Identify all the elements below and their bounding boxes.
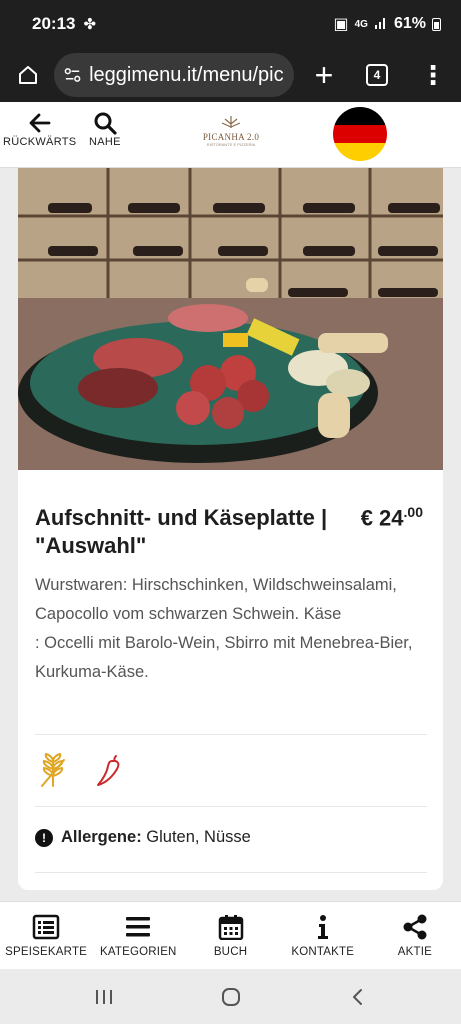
back-label: RÜCKWÄRTS (3, 136, 77, 148)
divider (35, 872, 427, 873)
status-bar: 20:13 ✤ ▣ 4G 61% (0, 0, 461, 48)
nav-categories[interactable]: KATEGORIEN (92, 902, 184, 969)
description-line: : Occelli mit Barolo-Wein, Sbirro mit Me… (35, 634, 413, 681)
browser-menu-button[interactable]: ⋮ (420, 62, 446, 88)
dietary-icons (38, 752, 124, 788)
logo-mark-icon (221, 116, 241, 128)
network-label: 4G (354, 18, 368, 30)
wheat-icon (41, 752, 65, 787)
dish-photo (18, 168, 443, 470)
divider (35, 734, 427, 735)
item-price: € 24.00 (361, 504, 423, 531)
lock-icon: ▣ (333, 16, 349, 33)
restaurant-logo[interactable]: PICANHA 2.0 RISTORANTE E PIZZERIA (200, 114, 262, 150)
nav-contacts-label: KONTAKTE (291, 946, 355, 958)
logo-subtitle: RISTORANTE E PIZZERIA (206, 142, 256, 147)
nearby-label: NAHE (89, 136, 121, 148)
hamburger-icon (126, 917, 151, 937)
bottom-navigation: SPEISEKARTE KATEGORIEN BUCH KONTAKTE AKT… (0, 901, 461, 969)
divider (35, 806, 427, 807)
logo-text: PICANHA 2.0 (202, 132, 260, 142)
list-alt-icon (32, 914, 60, 940)
item-title: Aufschnitt- und Käseplatte | "Auswahl" (35, 505, 328, 558)
status-time: 20:13 (32, 14, 76, 33)
allergens-value: Gluten, Nüsse (141, 828, 251, 846)
item-description: Wurstwaren: Hirschschinken, Wildschweins… (35, 571, 430, 687)
battery-percent: 61% (393, 15, 426, 32)
info-icon (317, 915, 328, 939)
nearby-button[interactable]: NAHE (89, 110, 121, 148)
allergens-label: Allergene: (61, 828, 142, 846)
calendar-icon (218, 915, 243, 940)
nav-menu[interactable]: SPEISEKARTE (0, 902, 92, 969)
alert-icon: ! (35, 828, 53, 847)
address-bar[interactable]: leggimenu.it/menu/pica (54, 53, 294, 97)
nav-contacts[interactable]: KONTAKTE (277, 902, 369, 969)
home-icon (19, 66, 37, 84)
home-button[interactable] (12, 59, 44, 91)
share-icon (403, 914, 427, 940)
fan-icon: ✤ (83, 16, 97, 33)
site-settings-icon[interactable] (64, 66, 81, 84)
status-icons: ▣ 4G 61% (333, 14, 441, 34)
system-navigation-bar (0, 969, 461, 1024)
new-tab-button[interactable]: + (304, 59, 344, 91)
back-button[interactable]: RÜCKWÄRTS (3, 110, 76, 148)
description-line: Wurstwaren: Hirschschinken, Wildschweins… (35, 576, 397, 623)
url-text: leggimenu.it/menu/pica (89, 63, 284, 86)
nav-menu-label: SPEISEKARTE (5, 946, 88, 958)
search-icon (94, 112, 117, 135)
price-main: € 24 (360, 505, 404, 531)
app-header: RÜCKWÄRTS NAHE PICANHA 2.0 RISTORANTE E … (0, 102, 461, 168)
language-flag-german[interactable] (333, 107, 387, 161)
price-cents: .00 (403, 504, 423, 520)
nav-share-label: AKTIE (397, 946, 433, 958)
menu-item-card: Aufschnitt- und Käseplatte | "Auswahl" €… (18, 168, 443, 890)
signal-icon (374, 15, 388, 34)
battery-icon (432, 17, 441, 31)
browser-toolbar: leggimenu.it/menu/pica + 4 ⋮ (0, 48, 461, 102)
allergens-info: ! Allergene: Gluten, Nüsse (35, 828, 251, 847)
tab-switcher-button[interactable]: 4 (366, 64, 388, 86)
nav-book[interactable]: BUCH (184, 902, 276, 969)
nav-book-label: BUCH (213, 946, 248, 958)
nav-share[interactable]: AKTIE (369, 902, 461, 969)
recent-apps-icon[interactable] (93, 987, 115, 1007)
nav-categories-label: KATEGORIEN (100, 946, 177, 958)
chili-pepper-icon (97, 755, 120, 786)
home-circle-icon[interactable] (220, 986, 242, 1008)
arrow-left-icon (29, 113, 51, 133)
back-chevron-icon[interactable] (347, 986, 369, 1008)
